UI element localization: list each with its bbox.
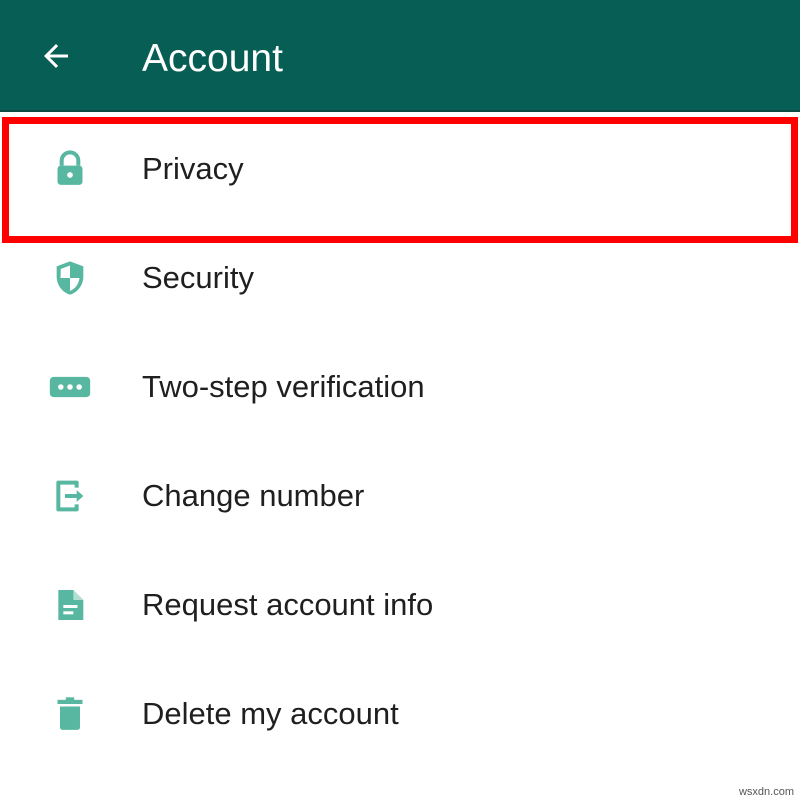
app-bar: Account <box>0 0 800 112</box>
menu-item-request-account-info[interactable]: Request account info <box>0 550 800 659</box>
document-icon <box>46 581 94 629</box>
back-button[interactable] <box>24 24 88 88</box>
menu-item-label: Change number <box>142 477 365 513</box>
menu-item-label: Two-step verification <box>142 368 425 404</box>
password-dots-icon <box>46 363 94 411</box>
lock-icon <box>46 145 94 193</box>
menu-item-two-step-verification[interactable]: Two-step verification <box>0 332 800 441</box>
menu-item-privacy[interactable]: Privacy <box>0 114 800 223</box>
trash-icon <box>46 690 94 738</box>
menu-item-label: Request account info <box>142 586 434 622</box>
page-title: Account <box>142 37 283 80</box>
menu-item-change-number[interactable]: Change number <box>0 441 800 550</box>
menu-item-delete-my-account[interactable]: Delete my account <box>0 659 800 768</box>
settings-menu: Privacy Security Two-step verification C… <box>0 114 800 768</box>
menu-item-label: Security <box>142 259 254 295</box>
arrow-left-icon <box>44 44 68 68</box>
change-number-icon <box>46 472 94 520</box>
menu-item-label: Delete my account <box>142 695 399 731</box>
menu-item-security[interactable]: Security <box>0 223 800 332</box>
menu-item-label: Privacy <box>142 150 244 186</box>
shield-icon <box>46 254 94 302</box>
watermark: wsxdn.com <box>738 786 794 798</box>
